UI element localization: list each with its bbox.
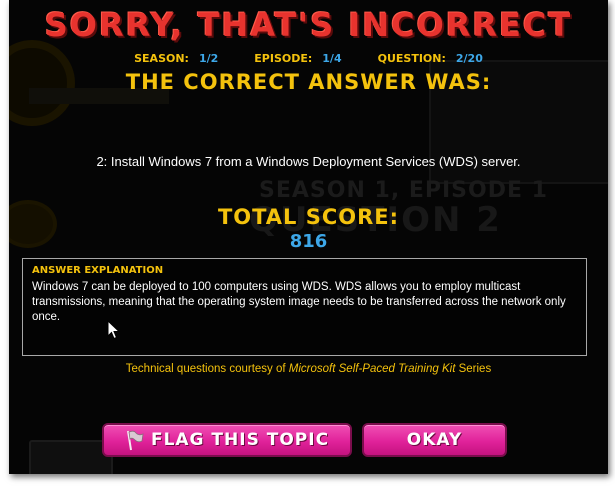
correct-answer-text: 2: Install Windows 7 from a Windows Depl… [96, 154, 521, 169]
okay-label: OKAY [406, 430, 463, 450]
okay-button[interactable]: OKAY [362, 423, 507, 457]
credits-line: Technical questions courtesy of Microsof… [9, 363, 608, 375]
question-label: QUESTION: [377, 52, 446, 65]
mouse-pointer-icon [107, 320, 121, 340]
answer-explanation-text: Windows 7 can be deployed to 100 compute… [32, 281, 566, 323]
credits-prefix: Technical questions courtesy of [125, 363, 289, 375]
background-bottom-box-graphic [29, 440, 113, 474]
correct-answer-heading: THE CORRECT ANSWER WAS: [125, 70, 492, 94]
question-value: 2/20 [455, 52, 483, 65]
credits-source: Microsoft Self-Paced Training Kit [288, 363, 456, 375]
flag-topic-label: FLAG THIS TOPIC [150, 430, 330, 450]
credits-suffix: Series [455, 363, 492, 375]
total-score-label: TOTAL SCORE: [217, 205, 400, 229]
flag-topic-button[interactable]: FLAG THIS TOPIC [102, 423, 352, 457]
progress-meta: SEASON: 1/2 EPISODE: 1/4 QUESTION: 2/20 [9, 52, 608, 65]
result-title: SORRY, THAT'S INCORRECT [44, 6, 573, 44]
episode-label: EPISODE: [254, 52, 313, 65]
flag-icon [126, 430, 144, 451]
season-value: 1/2 [198, 52, 219, 65]
total-score-value: 816 [289, 231, 328, 252]
game-result-screen: SEASON 1, EPISODE 1 QUESTION 2 SORRY, TH… [9, 0, 608, 474]
answer-explanation-panel: ANSWER EXPLANATION Windows 7 can be depl… [22, 258, 587, 356]
season-label: SEASON: [134, 52, 189, 65]
episode-value: 1/4 [322, 52, 342, 65]
answer-explanation-heading: ANSWER EXPLANATION [32, 265, 164, 276]
